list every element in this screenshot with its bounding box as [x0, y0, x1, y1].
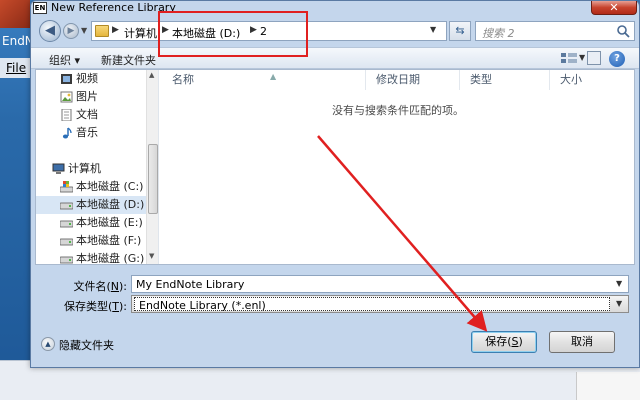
scrollbar-thumb[interactable]: [148, 144, 158, 214]
menu-file-label: File: [6, 61, 27, 75]
search-input[interactable]: 搜索 2: [475, 21, 635, 41]
tree-item-label: 本地磁盘 (F:): [76, 234, 142, 247]
recent-locations-chevron-icon[interactable]: ▼: [81, 26, 87, 35]
breadcrumb-drive-d[interactable]: 本地磁盘 (D:): [172, 25, 240, 41]
music-icon: [62, 127, 72, 139]
endnote-app-icon: EN: [33, 2, 47, 14]
column-header-name[interactable]: 名称 ▲: [162, 70, 366, 90]
tree-item-label: 本地磁盘 (G:): [76, 252, 145, 265]
help-icon[interactable]: ?: [609, 51, 625, 67]
tree-item-label: 本地磁盘 (E:): [76, 216, 143, 229]
column-header-date[interactable]: 修改日期: [366, 70, 460, 90]
tree-item-pictures[interactable]: 图片: [36, 88, 148, 106]
document-icon: [61, 109, 72, 121]
chevron-down-icon[interactable]: ▼: [616, 279, 622, 288]
save-button[interactable]: 保存(S): [471, 331, 537, 353]
empty-list-message: 没有与搜索条件匹配的项。: [332, 104, 464, 117]
drive-icon: [60, 238, 73, 246]
command-toolbar: 组织 ▾ 新建文件夹 ▼ ?: [31, 47, 639, 69]
tree-item-drive-c[interactable]: 本地磁盘 (C:): [36, 178, 148, 196]
filetype-select[interactable]: EndNote Library (*.enl) ▼: [131, 295, 629, 313]
background-menu-file[interactable]: File: [0, 58, 30, 78]
filetype-label: 保存类型(T):: [63, 300, 127, 313]
address-dropdown-icon[interactable]: ▼: [430, 25, 436, 34]
refresh-button[interactable]: ⇆: [449, 21, 471, 41]
view-options-chevron-icon[interactable]: ▼: [579, 53, 585, 62]
forward-button[interactable]: ▶: [63, 23, 79, 39]
chevron-right-icon[interactable]: ▶: [162, 25, 169, 35]
dialog-titlebar[interactable]: EN New Reference Library ✕: [31, 1, 639, 15]
preview-pane-icon[interactable]: [587, 51, 601, 65]
tree-item-music[interactable]: 音乐: [36, 124, 148, 142]
breadcrumb-computer[interactable]: 计算机: [124, 25, 157, 41]
tree-item-drive-e[interactable]: 本地磁盘 (E:): [36, 214, 148, 232]
column-label: 大小: [560, 73, 582, 86]
tree-item-computer[interactable]: 计算机: [36, 160, 148, 178]
scroll-up-icon[interactable]: ▲: [149, 71, 154, 79]
column-header-type[interactable]: 类型: [460, 70, 550, 90]
browser-pane: 视频 图片 文档 音乐 计算机 本地磁盘 (C:) 本地磁盘 (D:) 本地磁盘…: [35, 69, 635, 265]
folder-icon: [95, 25, 109, 37]
drive-icon: [60, 256, 73, 264]
drive-icon: [60, 220, 73, 228]
address-row: ◀ ▶ ▼ ▶ 计算机 ▶ 本地磁盘 (D:) ▶ 2 ▼ ⇆ 搜索 2: [31, 17, 639, 45]
endnote-logo-icon: [0, 0, 30, 28]
column-label: 类型: [470, 73, 492, 86]
tree-item-label: 文档: [76, 108, 98, 121]
tree-item-drive-d[interactable]: 本地磁盘 (D:): [36, 196, 148, 214]
search-placeholder: 搜索 2: [482, 27, 515, 40]
filetype-value: EndNote Library (*.enl): [139, 299, 266, 312]
navigation-tree: 视频 图片 文档 音乐 计算机 本地磁盘 (C:) 本地磁盘 (D:) 本地磁盘…: [36, 70, 158, 265]
back-button[interactable]: ◀: [39, 20, 61, 42]
tree-item-label: 音乐: [76, 126, 98, 139]
cancel-button[interactable]: 取消: [549, 331, 615, 353]
tree-item-label: 本地磁盘 (C:): [76, 180, 144, 193]
tree-item-label: 本地磁盘 (D:): [76, 198, 145, 211]
hide-folders-label: 隐藏文件夹: [59, 339, 114, 352]
close-button[interactable]: ✕: [591, 1, 637, 15]
column-label: 修改日期: [376, 73, 420, 86]
filetype-focus-rect: EndNote Library (*.enl): [134, 297, 610, 312]
organize-button[interactable]: 组织 ▾: [49, 52, 80, 68]
computer-icon: [52, 163, 65, 174]
tree-item-drive-f[interactable]: 本地磁盘 (F:): [36, 232, 148, 250]
background-app-panel: [576, 372, 640, 400]
tree-item-drive-g[interactable]: 本地磁盘 (G:): [36, 250, 148, 268]
tree-item-label: 视频: [76, 72, 98, 85]
windows-drive-icon: [60, 181, 73, 193]
scroll-down-icon[interactable]: ▼: [149, 252, 154, 260]
drive-icon: [60, 202, 73, 210]
chevron-down-icon[interactable]: ▼: [616, 299, 622, 308]
tree-item-label: 计算机: [68, 162, 101, 175]
tree-item-documents[interactable]: 文档: [36, 106, 148, 124]
tree-item-label: 图片: [76, 90, 98, 103]
save-dialog: EN New Reference Library ✕ ◀ ▶ ▼ ▶ 计算机 ▶…: [30, 0, 640, 368]
breadcrumb-folder-2[interactable]: 2: [260, 25, 267, 38]
file-list: 名称 ▲ 修改日期 类型 大小 没有与搜索条件匹配的项。: [162, 70, 634, 264]
new-folder-button[interactable]: 新建文件夹: [101, 52, 156, 68]
tree-item-videos[interactable]: 视频: [36, 70, 148, 88]
picture-icon: [60, 91, 73, 103]
sort-ascending-icon: ▲: [270, 72, 277, 81]
background-app-title: EndN: [2, 34, 34, 48]
address-bar[interactable]: ▶ 计算机 ▶ 本地磁盘 (D:) ▶ 2 ▼: [91, 21, 447, 41]
filename-label: 文件名(N):: [73, 280, 127, 293]
video-icon: [61, 74, 72, 84]
column-header-size[interactable]: 大小: [550, 70, 634, 90]
dialog-title: New Reference Library: [51, 1, 176, 14]
filename-value: My EndNote Library: [136, 278, 245, 291]
chevron-right-icon[interactable]: ▶: [112, 25, 119, 35]
search-icon: [617, 25, 630, 38]
filename-input[interactable]: My EndNote Library ▼: [131, 275, 629, 293]
chevron-right-icon[interactable]: ▶: [250, 25, 257, 35]
tree-scrollbar[interactable]: ▲ ▼: [146, 70, 158, 264]
column-label: 名称: [172, 73, 194, 86]
chevron-up-icon: ▲: [41, 337, 55, 351]
view-options-icon[interactable]: [559, 51, 579, 65]
